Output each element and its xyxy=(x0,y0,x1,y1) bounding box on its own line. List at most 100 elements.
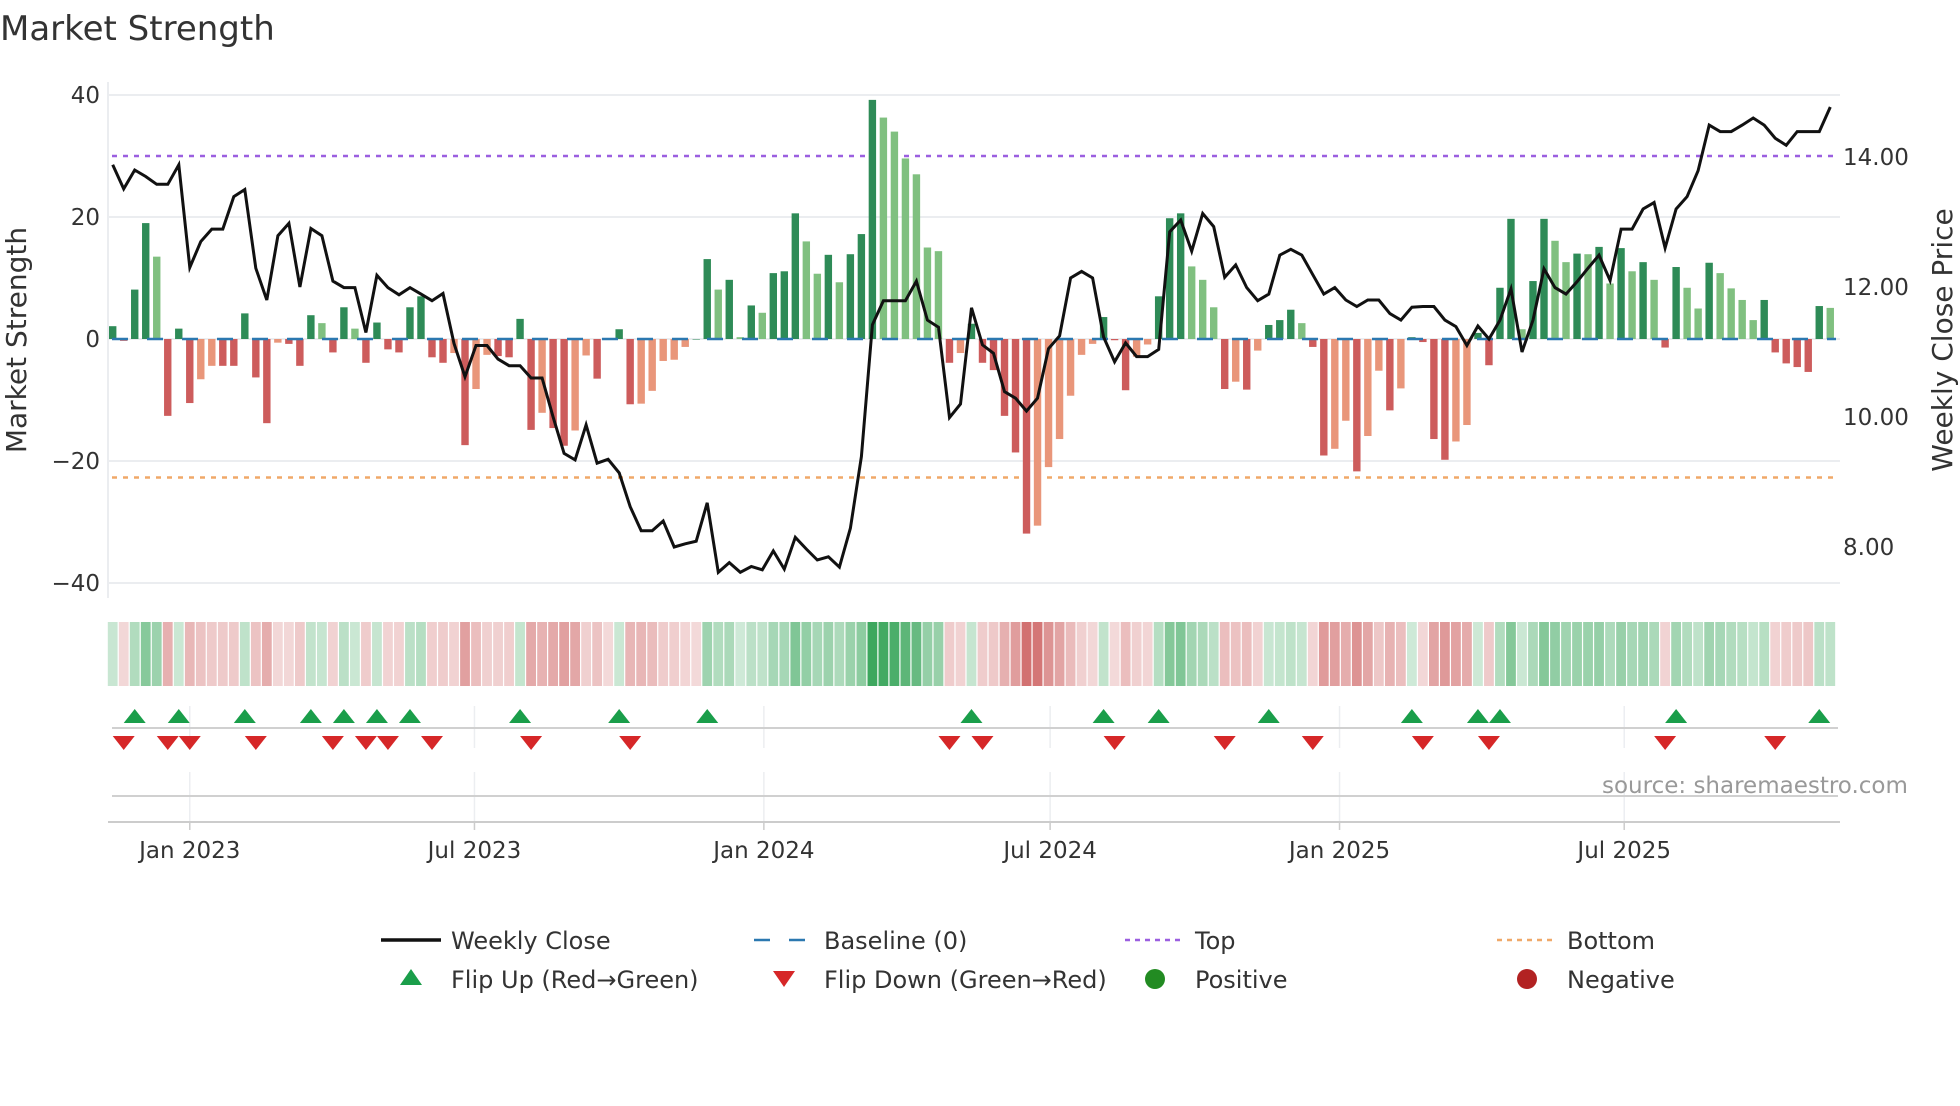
strength-bar xyxy=(1353,339,1361,472)
heatmap-cell xyxy=(427,622,437,686)
heatmap-cell xyxy=(493,622,503,686)
strength-bar xyxy=(824,254,833,339)
heatmap-cell xyxy=(107,622,118,686)
heatmap-cell xyxy=(1395,622,1406,686)
legend-item: Flip Up (Red→Green) xyxy=(400,966,699,994)
x-tick-label: Jul 2025 xyxy=(1575,838,1671,864)
strength-bar xyxy=(527,339,535,430)
strength-bar xyxy=(692,339,700,340)
heatmap-cell xyxy=(515,622,525,686)
strength-bar xyxy=(725,279,733,339)
heatmap-cell xyxy=(1737,622,1748,686)
heatmap-cell xyxy=(471,622,481,686)
heatmap-cell xyxy=(1087,622,1098,686)
flip-up-marker xyxy=(960,709,983,723)
strength-bar xyxy=(318,323,326,339)
heatmap-cell xyxy=(570,622,581,686)
heatmap-cell xyxy=(691,622,702,686)
strength-bar xyxy=(296,339,304,366)
heatmap-cell xyxy=(1660,622,1671,686)
x-axis: Jan 2023 Jul 2023 Jan 2024 Jul 2024 Jan 2025… xyxy=(108,821,1840,864)
strength-bar xyxy=(791,213,800,339)
strength-bar xyxy=(1793,339,1801,368)
heatmap-cell xyxy=(1517,622,1527,686)
flip-up-marker xyxy=(1257,709,1280,723)
heatmap-cell xyxy=(790,622,801,686)
flip-up-marker xyxy=(1400,709,1423,723)
strength-bar xyxy=(813,273,822,339)
strength-bar xyxy=(769,273,777,339)
strength-bar xyxy=(329,339,337,353)
y-tick-label: −20 xyxy=(51,449,100,475)
strength-bar xyxy=(593,339,601,379)
legend-label: Positive xyxy=(1195,966,1288,994)
strength-bar xyxy=(1441,339,1449,460)
heatmap-cell xyxy=(735,622,746,686)
heatmap-cell xyxy=(217,622,228,686)
y-tick-label: 20 xyxy=(71,205,100,231)
strength-bar xyxy=(1198,279,1207,339)
heatmap-cell xyxy=(614,622,625,686)
heatmap-cell xyxy=(867,622,878,686)
flip-down-marker xyxy=(376,736,399,750)
heatmap-cell xyxy=(999,622,1010,686)
heatmap-cell xyxy=(1528,622,1538,686)
heatmap-cell xyxy=(173,622,184,686)
strength-bar xyxy=(1650,279,1658,339)
heatmap-cell xyxy=(405,622,415,686)
heatmap-cell xyxy=(482,622,492,686)
strength-bar xyxy=(1176,213,1185,339)
heatmap-cell xyxy=(801,622,812,686)
legend-item: Bottom xyxy=(1497,927,1655,955)
strength-bar xyxy=(1210,307,1218,339)
flip-down-marker xyxy=(321,736,344,750)
strength-bar xyxy=(1187,266,1196,339)
flip-up-marker xyxy=(509,709,532,723)
heatmap-cell xyxy=(1032,622,1043,686)
heatmap-cell xyxy=(361,622,371,686)
flip-markers-panel xyxy=(112,706,1838,822)
heatmap-cell xyxy=(1120,622,1131,686)
strength-bar xyxy=(1430,339,1438,440)
heatmap-cell xyxy=(889,622,900,686)
flip-up-marker xyxy=(398,709,421,723)
y2-tick-label: 8.00 xyxy=(1843,535,1894,561)
heatmap-cell xyxy=(1506,622,1516,686)
strength-bar xyxy=(1738,299,1746,339)
strength-bar xyxy=(714,289,722,339)
heatmap-cell xyxy=(1373,622,1384,686)
strength-bar xyxy=(1232,339,1240,382)
heatmap-cell xyxy=(1098,622,1109,686)
heatmap-cell xyxy=(658,622,669,686)
heatmap-cell xyxy=(1748,622,1759,686)
heatmap-cell xyxy=(1186,622,1197,686)
heatmap-cell xyxy=(966,622,977,686)
heatmap-cell xyxy=(537,622,547,686)
heatmap-cell xyxy=(1296,622,1307,686)
strength-bar xyxy=(1782,339,1790,364)
left-axis-title: Market Strength xyxy=(0,227,33,453)
heatmap-cell xyxy=(856,622,867,686)
flip-down-marker xyxy=(1301,736,1324,750)
strength-bar xyxy=(1397,339,1405,389)
strength-bar xyxy=(362,339,370,363)
flip-up-marker xyxy=(1665,709,1688,723)
flip-up-marker xyxy=(608,709,631,723)
heatmap-cell xyxy=(394,622,404,686)
strength-bar xyxy=(439,339,447,363)
heatmap-cell xyxy=(118,622,129,686)
flip-down-marker xyxy=(112,736,135,750)
legend-item: Baseline (0) xyxy=(754,927,967,955)
heatmap-cell xyxy=(988,622,999,686)
heatmap-cell xyxy=(1109,622,1120,686)
legend-item: Flip Down (Green→Red) xyxy=(773,966,1107,994)
strength-bar xyxy=(901,158,910,339)
legend-label: Bottom xyxy=(1567,927,1655,955)
strength-bar xyxy=(670,339,678,360)
strength-bar xyxy=(1452,339,1460,442)
chart-title: Market Strength xyxy=(0,9,275,49)
heatmap-cell xyxy=(1671,622,1682,686)
heatmap-cell xyxy=(1572,622,1582,686)
heatmap-cell xyxy=(1462,622,1472,686)
strength-bar xyxy=(274,339,282,343)
